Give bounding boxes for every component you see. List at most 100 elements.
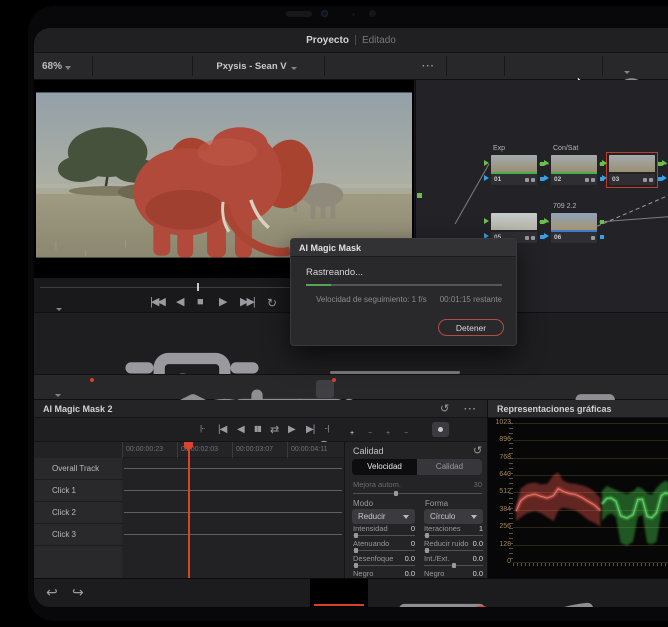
layers-icon[interactable] — [538, 59, 553, 74]
qualifier-icon[interactable] — [168, 380, 186, 398]
color-page-tab[interactable] — [310, 579, 368, 607]
toggle-velocidad[interactable]: Velocidad — [352, 459, 417, 475]
sizing-icon[interactable] — [402, 380, 420, 398]
tracking-dialog[interactable]: AI Magic Mask Rastreando... Velocidad de… — [290, 238, 517, 346]
stop-button[interactable]: Detener — [438, 319, 504, 336]
node-rgb-input[interactable] — [662, 160, 667, 166]
param-slider-thumb[interactable] — [354, 533, 358, 538]
node-rgb-input[interactable] — [484, 218, 489, 224]
step-back-icon[interactable] — [176, 297, 184, 308]
pen-remove-small-icon[interactable]: − — [396, 423, 409, 436]
color-wheels-icon[interactable] — [74, 380, 92, 398]
redo-icon[interactable] — [72, 585, 84, 599]
magic-mask-icon[interactable] — [316, 380, 334, 398]
param-slider[interactable] — [353, 535, 415, 536]
speaker-icon[interactable] — [394, 59, 409, 74]
toggle-calidad[interactable]: Calidad — [417, 459, 482, 475]
clip-title-dropdown[interactable]: Pxysis - Sean V — [194, 53, 319, 79]
split-view-icon[interactable] — [166, 59, 181, 74]
range-start-icon[interactable] — [200, 425, 204, 433]
auto-improve-slider[interactable] — [353, 493, 482, 494]
node-connect-icon[interactable] — [514, 59, 529, 74]
deliver-page-icon[interactable] — [386, 585, 401, 600]
play-icon[interactable] — [219, 297, 227, 308]
graph-node-02[interactable]: Con/Sat02 — [551, 155, 597, 185]
reset-icon[interactable] — [440, 404, 449, 415]
dialog-titlebar[interactable]: AI Magic Mask — [291, 239, 516, 257]
skip-start-icon[interactable] — [150, 297, 164, 308]
param-slider[interactable] — [353, 550, 415, 551]
zoom-level[interactable]: 68% — [42, 53, 71, 79]
tracker-ruler[interactable]: 00:00:00:2300:00:02:0300:00:03:0700:00:0… — [122, 442, 344, 458]
grid-view-icon[interactable] — [136, 59, 151, 74]
cursor-icon[interactable] — [456, 59, 471, 74]
loop-icon[interactable] — [267, 297, 277, 309]
quality-reset-icon[interactable] — [473, 446, 482, 457]
delete-track-icon[interactable] — [100, 529, 111, 540]
node-key-input[interactable] — [544, 175, 549, 181]
power-window-icon[interactable] — [258, 380, 276, 398]
lightbox-zoom-icon[interactable] — [642, 59, 658, 74]
trash-icon[interactable] — [100, 586, 114, 600]
hq-camera-icon[interactable] — [364, 59, 380, 74]
keyer-icon[interactable] — [374, 380, 392, 398]
step-back-icon[interactable] — [237, 425, 245, 435]
graph-node-03[interactable]: 03 — [609, 155, 655, 185]
motion-effects-icon[interactable] — [198, 380, 216, 398]
param-slider[interactable] — [424, 550, 483, 551]
node-rgb-output[interactable] — [600, 220, 604, 224]
range-end-icon[interactable] — [324, 425, 328, 433]
panel-options-icon[interactable] — [464, 405, 477, 415]
delete-track-icon[interactable] — [100, 485, 111, 496]
tracker-icon[interactable] — [288, 380, 306, 398]
param-slider-thumb[interactable] — [354, 548, 358, 553]
more-icon[interactable] — [422, 62, 435, 72]
track-start-icon[interactable] — [174, 423, 188, 437]
node-key-input[interactable] — [602, 175, 607, 181]
param-slider[interactable] — [424, 535, 483, 536]
param-slider-thumb[interactable] — [354, 563, 358, 568]
node-rgb-input[interactable] — [602, 160, 607, 166]
param-slider[interactable] — [353, 565, 415, 566]
skip-end-icon[interactable] — [306, 425, 314, 435]
pen-remove-icon[interactable]: − — [360, 423, 373, 436]
still-preview-icon[interactable] — [612, 59, 627, 74]
picker-icon[interactable] — [228, 380, 246, 398]
curves-icon[interactable] — [138, 380, 156, 398]
node-key-input[interactable] — [484, 175, 489, 181]
splitter-icon[interactable] — [562, 59, 577, 74]
param-slider-thumb[interactable] — [452, 563, 456, 568]
skip-start-icon[interactable] — [218, 425, 226, 435]
play-icon[interactable] — [288, 425, 296, 435]
hdr-wheels-icon[interactable] — [106, 380, 124, 398]
param-slider[interactable] — [424, 565, 483, 566]
stop-icon[interactable] — [197, 297, 204, 308]
pause-icon[interactable] — [254, 425, 261, 433]
graph-input-port[interactable] — [417, 193, 422, 198]
graph-node-06[interactable]: 709 2.206 — [551, 213, 597, 243]
node-key-input[interactable] — [662, 175, 667, 181]
keyframes-icon[interactable] — [526, 380, 544, 398]
param-slider-thumb[interactable] — [425, 548, 429, 553]
auto-improve-thumb[interactable] — [394, 491, 398, 496]
filmstrip-view-icon[interactable] — [106, 59, 121, 74]
playhead-line[interactable] — [188, 442, 190, 578]
scopes-icon[interactable] — [494, 380, 512, 398]
node-rgb-input[interactable] — [544, 218, 549, 224]
shape-dropdown[interactable]: Círculo — [424, 509, 483, 524]
pen-add-small-icon[interactable]: + — [378, 423, 391, 436]
quality-toggle[interactable]: Velocidad Calidad — [352, 459, 482, 475]
hand-icon[interactable] — [482, 59, 497, 74]
node-rgb-input[interactable] — [484, 160, 489, 166]
bypass-frame-icon[interactable] — [336, 59, 351, 74]
param-slider-thumb[interactable] — [425, 533, 429, 538]
pen-add-icon[interactable]: + — [342, 423, 355, 436]
undo-icon[interactable] — [46, 585, 58, 599]
delete-track-icon[interactable] — [100, 507, 111, 518]
lut-icon[interactable] — [42, 380, 60, 398]
clips-view-icon[interactable] — [42, 321, 58, 336]
blur-icon[interactable] — [346, 380, 364, 398]
node-key-output[interactable] — [600, 235, 604, 239]
node-key-input[interactable] — [544, 233, 549, 239]
viewer-video[interactable] — [36, 92, 412, 258]
